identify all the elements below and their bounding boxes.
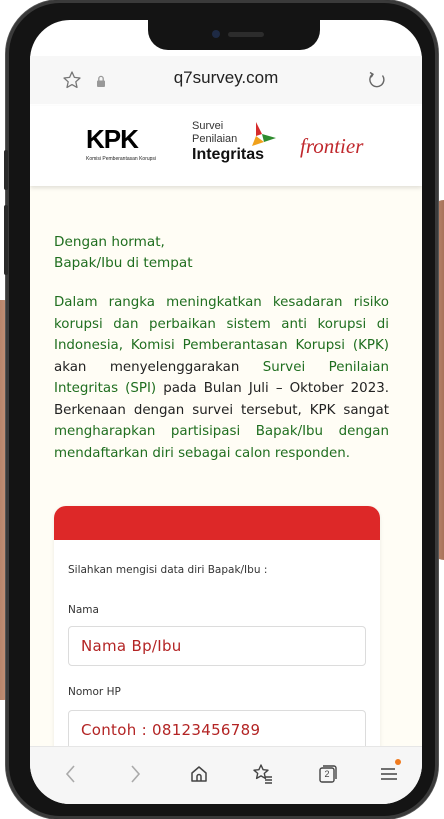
greeting: Dengan hormat, Bapak/Ibu di tempat	[54, 232, 384, 274]
kpk-logo: KPK Komisi Pemberantasan Korupsi	[86, 124, 156, 162]
greeting-line1: Dengan hormat,	[54, 234, 165, 250]
speaker	[228, 32, 264, 37]
camera	[212, 30, 220, 38]
kpk-logo-text: KPK	[86, 124, 139, 154]
phone-input[interactable]: Contoh : 08123456789	[68, 710, 366, 746]
phone-screen: q7survey.com KPK Komisi Pemberantasan Ko…	[30, 20, 422, 804]
intro-text-1: Dalam rangka meningkatkan kesadaran risi…	[54, 295, 389, 353]
intro-text-5: Berkenaan dengan survei tersebut, KPK sa…	[54, 402, 389, 418]
greeting-line2: Bapak/Ibu di tempat	[54, 255, 193, 271]
chevron-right-icon[interactable]	[122, 761, 148, 787]
url-text[interactable]: q7survey.com	[30, 68, 422, 88]
logo-header: KPK Komisi Pemberantasan Korupsi Survei …	[30, 106, 422, 186]
bottom-navigation: 2	[30, 746, 422, 804]
tabs-count: 2	[324, 769, 330, 779]
frontier-logo: frontier	[300, 134, 364, 158]
form-intro: Silahkan mengisi data diri Bapak/Ibu :	[68, 564, 268, 576]
intro-text-6: mengharapkan partisipasi Bapak/Ibu denga…	[54, 424, 389, 461]
phone-frame: q7survey.com KPK Komisi Pemberantasan Ko…	[4, 0, 438, 819]
intro-text-4: pada Bulan Juli – Oktober 2023.	[163, 381, 389, 396]
name-input[interactable]: Nama Bp/Ibu	[68, 626, 366, 666]
reload-icon[interactable]	[366, 69, 388, 95]
notch	[148, 20, 320, 50]
home-icon[interactable]	[186, 761, 212, 787]
spi-logo-line1: Survei	[192, 120, 224, 132]
intro-text-2: akan menyelenggarakan	[54, 359, 240, 375]
menu-notification-dot	[395, 759, 401, 765]
address-bar: q7survey.com	[30, 56, 422, 104]
phone-label: Nomor HP	[68, 686, 121, 698]
volume-button-2	[4, 205, 8, 275]
tabs-icon[interactable]: 2	[314, 761, 340, 787]
registration-form: Silahkan mengisi data diri Bapak/Ibu : N…	[54, 506, 380, 746]
intro-paragraph: Dalam rangka meningkatkan kesadaran risi…	[54, 292, 389, 464]
page-content: Dengan hormat, Bapak/Ibu di tempat Dalam…	[30, 186, 422, 746]
spi-leaf-icon	[252, 122, 276, 146]
chevron-left-icon[interactable]	[58, 761, 84, 787]
kpk-logo-subtitle: Komisi Pemberantasan Korupsi	[86, 156, 157, 162]
spi-logo: Survei Penilaian Integritas	[192, 120, 284, 172]
form-header	[54, 506, 380, 540]
name-label: Nama	[68, 604, 99, 616]
favorites-icon[interactable]	[250, 761, 276, 787]
menu-icon[interactable]	[376, 759, 402, 787]
volume-button	[4, 150, 8, 190]
spi-logo-line2: Penilaian	[192, 133, 238, 145]
